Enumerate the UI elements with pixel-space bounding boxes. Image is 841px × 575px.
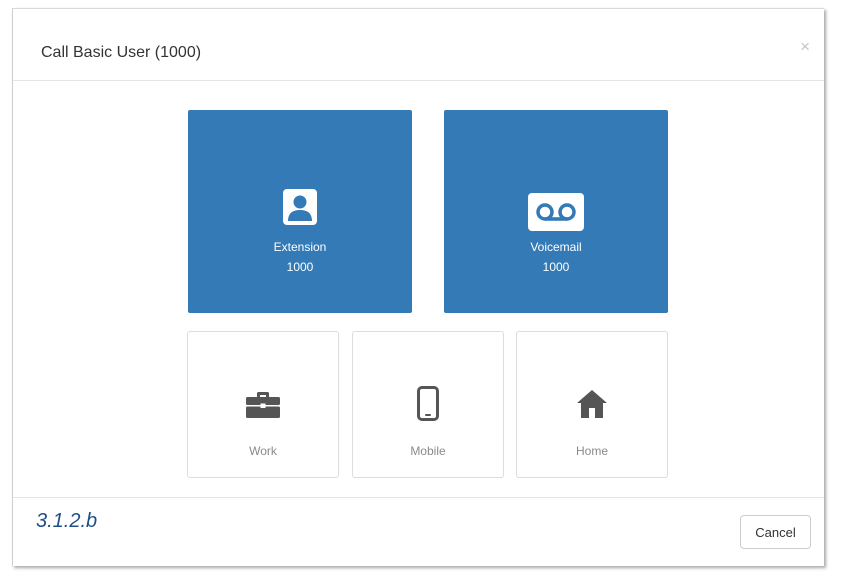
extension-tile[interactable]: Extension 1000: [188, 110, 412, 313]
dialog-title: Call Basic User (1000): [41, 44, 202, 61]
footer-divider: [13, 497, 824, 498]
call-dialog: Call Basic User (1000) × Extension 1000 …: [12, 8, 824, 566]
dialog-header: Call Basic User (1000) ×: [13, 9, 824, 81]
voicemail-label: Voicemail: [530, 240, 582, 254]
work-label: Work: [249, 444, 277, 458]
extension-number: 1000: [286, 260, 314, 274]
extension-label: Extension: [273, 240, 327, 254]
home-icon: [577, 390, 607, 418]
close-button[interactable]: ×: [800, 37, 810, 57]
mobile-label: Mobile: [410, 444, 446, 458]
home-tile[interactable]: Home: [516, 331, 668, 478]
voicemail-icon: [528, 193, 584, 231]
screen: Call Basic User (1000) × Extension 1000 …: [0, 0, 841, 575]
mobile-tile[interactable]: Mobile: [352, 331, 504, 478]
user-portrait-icon: [283, 189, 317, 225]
work-tile[interactable]: Work: [187, 331, 339, 478]
mobile-phone-icon: [417, 386, 439, 421]
cancel-button[interactable]: Cancel: [740, 515, 811, 549]
voicemail-number: 1000: [542, 260, 570, 274]
home-label: Home: [575, 444, 608, 458]
briefcase-icon: [246, 392, 280, 418]
figure-caption: 3.1.2.b: [36, 510, 98, 532]
voicemail-tile[interactable]: Voicemail 1000: [444, 110, 668, 313]
